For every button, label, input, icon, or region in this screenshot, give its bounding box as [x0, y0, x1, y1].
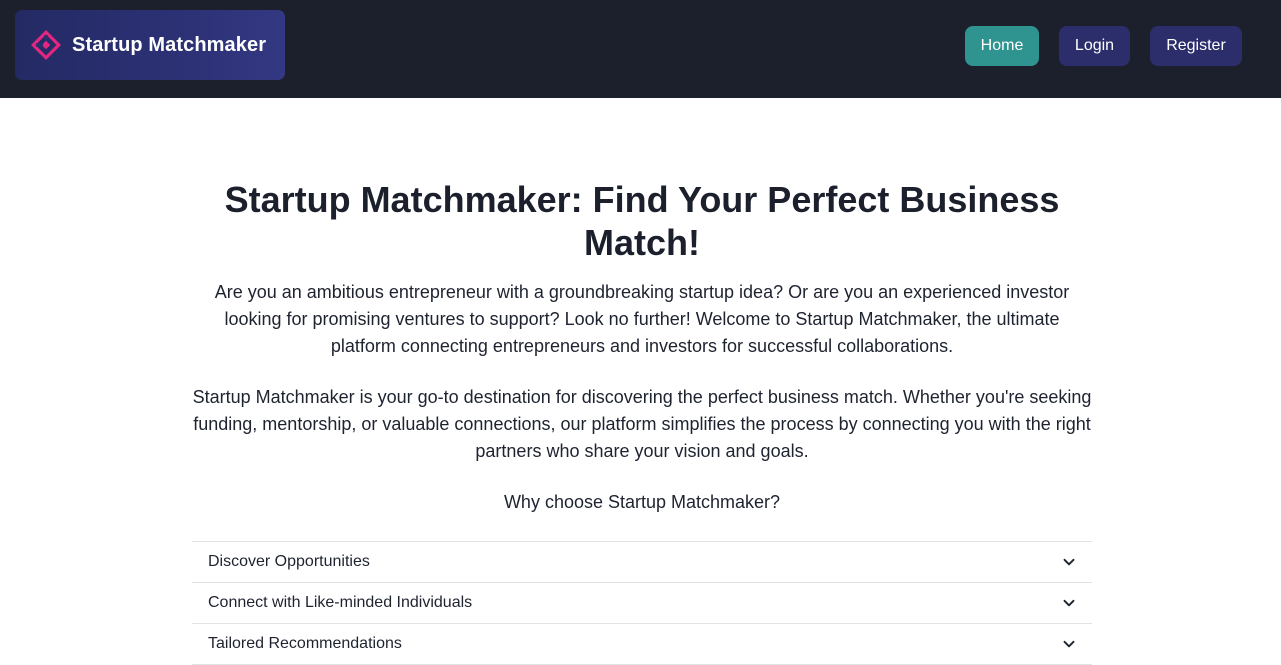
chevron-down-icon [1062, 637, 1076, 651]
nav-home-button[interactable]: Home [965, 26, 1039, 66]
why-heading: Why choose Startup Matchmaker? [503, 492, 781, 512]
accordion-item-label: Connect with Like-minded Individuals [208, 594, 473, 611]
accordion-item-discover-opportunities[interactable]: Discover Opportunities [192, 542, 1092, 583]
brand-logo-icon [31, 30, 61, 60]
features-accordion: Discover Opportunities Connect with Like… [192, 541, 1092, 665]
description-paragraph: Startup Matchmaker is your go-to destina… [192, 387, 1092, 461]
chevron-down-icon [1062, 555, 1076, 569]
top-navbar: Startup Matchmaker Home Login Register [0, 0, 1281, 98]
brand-logo-link[interactable]: Startup Matchmaker [15, 10, 285, 80]
accordion-item-label: Discover Opportunities [208, 553, 370, 570]
intro-paragraph: Are you an ambitious entrepreneur with a… [214, 282, 1070, 356]
main-content: Startup Matchmaker: Find Your Perfect Bu… [192, 98, 1092, 665]
brand-name: Startup Matchmaker [72, 33, 267, 56]
nav-register-button[interactable]: Register [1150, 26, 1242, 66]
accordion-item-label: Tailored Recommendations [208, 635, 402, 652]
chevron-down-icon [1062, 596, 1076, 610]
accordion-item-tailored-recommendations[interactable]: Tailored Recommendations [192, 624, 1092, 665]
page-title: Startup Matchmaker: Find Your Perfect Bu… [224, 179, 1060, 263]
nav-login-button[interactable]: Login [1059, 26, 1130, 66]
accordion-item-connect-like-minded[interactable]: Connect with Like-minded Individuals [192, 583, 1092, 624]
